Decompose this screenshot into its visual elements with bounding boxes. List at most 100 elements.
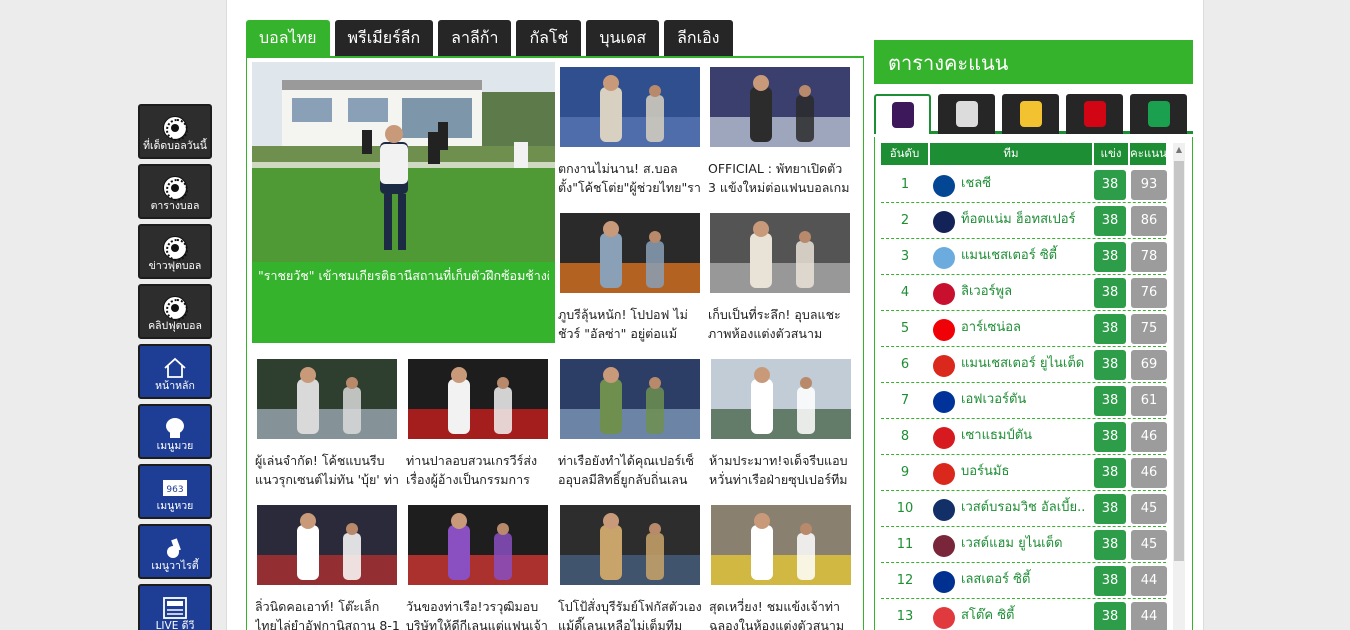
league-tab-0[interactable]	[874, 94, 931, 134]
table-row[interactable]: 7 เอฟเวอร์ตัน 38 61	[881, 383, 1167, 419]
team-crest-icon	[933, 499, 955, 521]
table-row[interactable]: 6 แมนเชสเตอร์ ยูไนเต็ด 38 69	[881, 347, 1167, 383]
side-nav-button-5[interactable]: เมนูมวย	[138, 404, 212, 459]
news-thumbnail[interactable]	[710, 213, 850, 293]
standings-scrollbar[interactable]: ▲	[1173, 143, 1185, 630]
news-thumbnail[interactable]	[711, 359, 851, 439]
team-name[interactable]: เลสเตอร์ ซิตี้	[961, 563, 1091, 597]
news-title[interactable]: ผู้เล่นจำกัด! โค้ชแบนรีบแนวรุกเซนต์ไม่ทั…	[255, 451, 401, 491]
table-row[interactable]: 3 แมนเชสเตอร์ ซิตี้ 38 78	[881, 239, 1167, 275]
team-name[interactable]: แมนเชสเตอร์ ซิตี้	[961, 239, 1091, 273]
league-tab-3[interactable]	[1066, 94, 1123, 134]
news-title[interactable]: ท่าเรือยังทำได้คุณเปอร์เซ็ออุบลมีสิทธิ์ย…	[558, 451, 704, 491]
side-nav-button-0[interactable]: ที่เด็ดบอลวันนี้	[138, 104, 212, 159]
team-name[interactable]: เวสต์บรอมวิช อัลเบี้ย..	[961, 491, 1091, 525]
team-name[interactable]: เวสต์แฮม ยูไนเต็ด	[961, 527, 1091, 561]
row-position: 7	[900, 393, 910, 408]
side-nav-button-1[interactable]: ตารางบอล	[138, 164, 212, 219]
news-card[interactable]: วันของท่าเรือ!วรวุฒิมอบบริษัทให้ดีกีเลนแ…	[406, 505, 548, 630]
news-thumbnail[interactable]	[711, 505, 851, 585]
played-count: 38	[1094, 530, 1126, 560]
team-name[interactable]: เอฟเวอร์ตัน	[961, 383, 1091, 417]
table-row[interactable]: 5 อาร์เซน่อล 38 75	[881, 311, 1167, 347]
news-thumbnail[interactable]	[560, 67, 700, 147]
news-thumbnail[interactable]	[257, 505, 397, 585]
league-tab-2[interactable]	[1002, 94, 1059, 134]
team-name[interactable]: เซาแธมป์ตัน	[961, 419, 1091, 453]
news-title[interactable]: เก็บเป็นที่ระลึก! อุบลแชะภาพห้องแต่งตัวส…	[708, 305, 854, 345]
side-nav-label: ที่เด็ดบอลวันนี้	[143, 140, 207, 152]
table-row[interactable]: 4 ลิเวอร์พูล 38 76	[881, 275, 1167, 311]
news-title[interactable]: สุดเหวี่ยง! ชมแข้งเจ้าท่าฉลองในห้องแต่งต…	[709, 597, 855, 630]
league-tab-1[interactable]	[938, 94, 995, 134]
tab-5[interactable]: ลีกเอิง	[664, 20, 733, 56]
news-thumbnail[interactable]	[560, 359, 700, 439]
news-card[interactable]: ท่าเรือยังทำได้คุณเปอร์เซ็ออุบลมีสิทธิ์ย…	[558, 359, 700, 487]
news-title[interactable]: โปโป้สั่งบุรีรัมย์โฟกัสตัวเองแม้ดี๊เลนเห…	[558, 597, 704, 630]
featured-news-image[interactable]	[252, 62, 555, 262]
table-row[interactable]: 9 บอร์นมัธ 38 46	[881, 455, 1167, 491]
news-card[interactable]: ภูบรีลุ้นหนัก! โปปอฟ ไม่ชัวร์ "อัลซ่า" อ…	[558, 213, 700, 341]
news-card[interactable]: สุดเหวี่ยง! ชมแข้งเจ้าท่าฉลองในห้องแต่งต…	[709, 505, 851, 630]
news-title[interactable]: วันของท่าเรือ!วรวุฒิมอบบริษัทให้ดีกีเลนแ…	[406, 597, 552, 630]
table-row[interactable]: 13 สโต๊ค ซิตี้ 38 44	[881, 599, 1167, 630]
news-card[interactable]: ลิ่วนิดคอเอาท์! โต๊ะเล็กไทยไล่ยำอัฟกานิส…	[255, 505, 400, 630]
team-name[interactable]: สโต๊ค ซิตี้	[961, 599, 1091, 630]
scroll-up-icon[interactable]: ▲	[1173, 143, 1185, 157]
side-nav-label: เมนูวาไรตี้	[151, 560, 199, 572]
news-title[interactable]: ลิ่วนิดคอเอาท์! โต๊ะเล็กไทยไล่ยำอัฟกานิส…	[255, 597, 401, 630]
table-row[interactable]: 12 เลสเตอร์ ซิตี้ 38 44	[881, 563, 1167, 599]
news-card[interactable]: OFFICIAL : พัทยาเปิดตัว 3 แข้งใหม่ต่อแฟน…	[708, 67, 850, 195]
table-row[interactable]: 10 เวสต์บรอมวิช อัลเบี้ย.. 38 45	[881, 491, 1167, 527]
tab-3[interactable]: กัลโช่	[516, 20, 582, 56]
news-title[interactable]: ภูบรีลุ้นหนัก! โปปอฟ ไม่ชัวร์ "อัลซ่า" อ…	[558, 305, 704, 345]
row-position: 1	[900, 177, 910, 192]
news-thumbnail[interactable]	[408, 359, 548, 439]
team-name[interactable]: แมนเชสเตอร์ ยูไนเต็ด	[961, 347, 1091, 381]
side-nav-button-6[interactable]: 963 เมนูหวย	[138, 464, 212, 519]
news-card[interactable]: ตกงานไม่นาน! ส.บอล ตั้ง"โค้ชโต่ย"ผู้ช่วย…	[558, 67, 701, 195]
team-name[interactable]: ท็อตแน่ม ฮ็อทสเปอร์	[961, 203, 1091, 237]
team-crest-icon	[933, 535, 955, 557]
team-name[interactable]: บอร์นมัธ	[961, 455, 1091, 489]
news-card[interactable]: ห้ามประมาท!จเด็จรีบแอบหวั่นท่าเรือฝ่ายซุ…	[709, 359, 851, 487]
news-card[interactable]: ท่านปาลอบสวนเกรวีร์ส่งเรื่องผู้อ้างเป็นก…	[406, 359, 548, 487]
side-nav-button-2[interactable]: ข่าวฟุตบอล	[138, 224, 212, 279]
news-card[interactable]: ผู้เล่นจำกัด! โค้ชแบนรีบแนวรุกเซนต์ไม่ทั…	[255, 359, 399, 487]
tab-4[interactable]: บุนเดส	[586, 20, 660, 56]
side-nav-button-8[interactable]: LIVE ดีวี	[138, 584, 212, 630]
tab-2[interactable]: ลาลีก้า	[438, 20, 512, 56]
featured-news[interactable]: "ราชยวัช" เข้าชมเกียรติธานีสถานที่เก็บตั…	[252, 62, 555, 343]
news-thumbnail[interactable]	[560, 213, 700, 293]
league-tab-4[interactable]	[1130, 94, 1187, 134]
table-row[interactable]: 2 ท็อตแน่ม ฮ็อทสเปอร์ 38 86	[881, 203, 1167, 239]
news-thumbnail[interactable]	[710, 67, 850, 147]
news-thumbnail[interactable]	[560, 505, 700, 585]
featured-news-caption[interactable]: "ราชยวัช" เข้าชมเกียรติธานีสถานที่เก็บตั…	[258, 267, 549, 285]
tab-1[interactable]: พรีเมียร์ลีก	[334, 20, 434, 56]
scrollbar-thumb[interactable]	[1174, 161, 1184, 561]
news-thumbnail[interactable]	[257, 359, 397, 439]
team-name[interactable]: อาร์เซน่อล	[961, 311, 1091, 345]
news-card[interactable]: เก็บเป็นที่ระลึก! อุบลแชะภาพห้องแต่งตัวส…	[708, 213, 850, 341]
table-row[interactable]: 11 เวสต์แฮม ยูไนเต็ด 38 45	[881, 527, 1167, 563]
table-row[interactable]: 1 เชลซี 38 93	[881, 167, 1167, 203]
played-count: 38	[1094, 242, 1126, 272]
news-title[interactable]: ห้ามประมาท!จเด็จรีบแอบหวั่นท่าเรือฝ่ายซุ…	[709, 451, 855, 491]
news-title[interactable]: OFFICIAL : พัทยาเปิดตัว 3 แข้งใหม่ต่อแฟน…	[708, 159, 854, 199]
side-nav-label: เมนูหวย	[156, 500, 194, 512]
standings-widget: ตารางคะแนน อันดับ ทีม แข่ง คะแนน 1 เชลซี 3…	[874, 40, 1193, 630]
news-title[interactable]: ท่านปาลอบสวนเกรวีร์ส่งเรื่องผู้อ้างเป็นก…	[406, 451, 552, 491]
news-card[interactable]: โปโป้สั่งบุรีรัมย์โฟกัสตัวเองแม้ดี๊เลนเห…	[558, 505, 702, 630]
points-value: 44	[1131, 566, 1167, 596]
news-thumbnail[interactable]	[408, 505, 548, 585]
table-row[interactable]: 8 เซาแธมป์ตัน 38 46	[881, 419, 1167, 455]
side-nav-button-7[interactable]: เมนูวาไรตี้	[138, 524, 212, 579]
tab-0[interactable]: บอลไทย	[246, 20, 330, 56]
side-nav-button-4[interactable]: หน้าหลัก	[138, 344, 212, 399]
team-crest-icon	[933, 175, 955, 197]
side-nav-button-3[interactable]: คลิปฟุตบอล	[138, 284, 212, 339]
team-name[interactable]: เชลซี	[961, 167, 1091, 201]
team-name[interactable]: ลิเวอร์พูล	[961, 275, 1091, 309]
news-title[interactable]: ตกงานไม่นาน! ส.บอล ตั้ง"โค้ชโต่ย"ผู้ช่วย…	[558, 159, 704, 199]
